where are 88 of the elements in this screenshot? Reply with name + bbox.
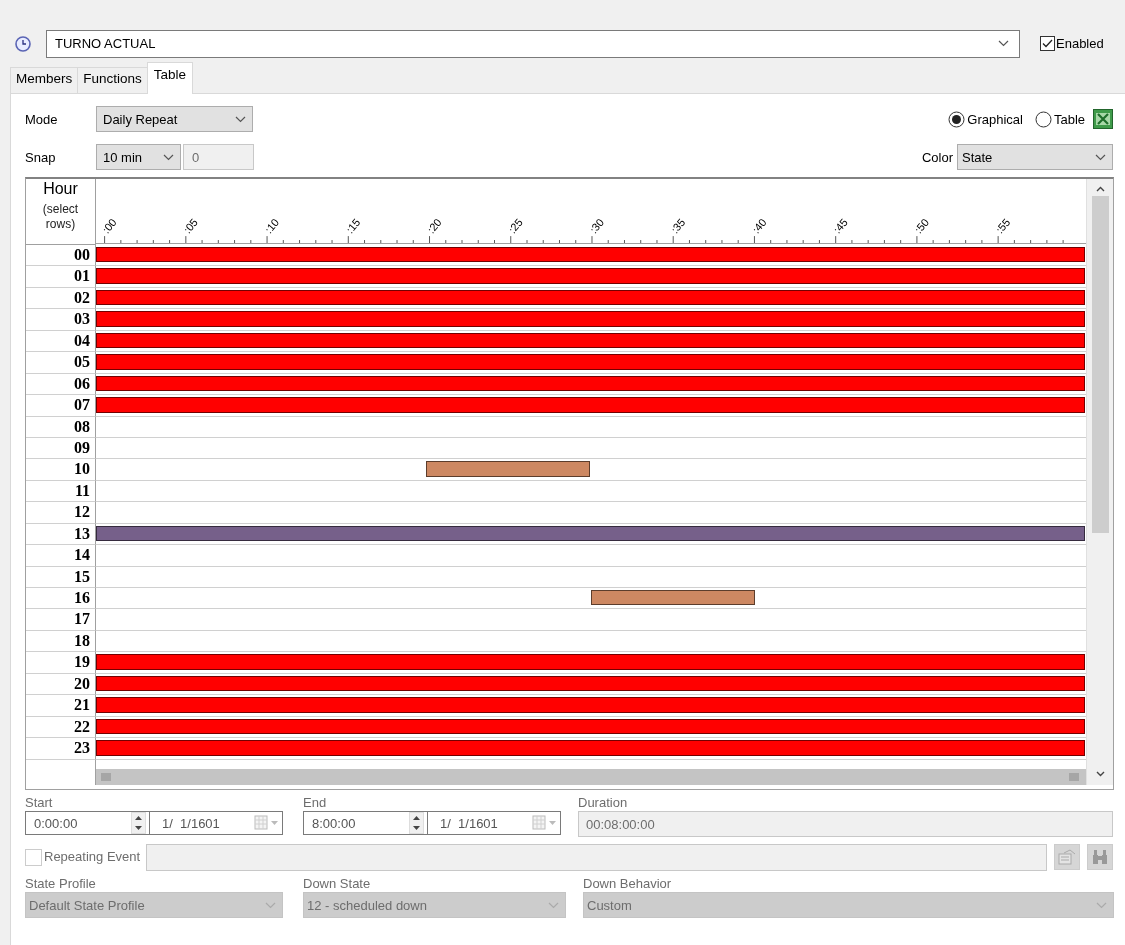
chevron-down-icon [1096,901,1107,909]
chevron-down-icon [235,115,246,123]
schedule-bar[interactable] [921,332,1085,349]
minute-tick-label: :10 [262,216,282,236]
chevron-down-icon [163,153,174,161]
hour-label[interactable]: 10 [26,459,96,481]
minute-tick-label: :30 [587,216,607,236]
minute-tick-label: :25 [506,216,525,236]
start-time-field[interactable]: 0:00:00 [25,811,150,835]
start-date-field[interactable]: 1/ 1/1601 [150,811,283,835]
chevron-down-icon [265,901,276,909]
spinner-arrows-icon[interactable] [131,812,146,834]
down-state-label: Down State [303,876,372,892]
schedule-bar[interactable] [921,718,1085,735]
state-profile-label: State Profile [25,876,97,892]
horizontal-scrollbar[interactable] [96,768,1086,785]
schedule-bar[interactable] [921,675,1085,692]
snap-value-field[interactable]: 0 [183,144,254,170]
hour-label[interactable]: 11 [26,480,96,503]
hour-header: Hour [43,180,78,198]
color-label: Color [921,149,953,165]
grip-icon [100,772,112,781]
minute-tick-label: :55 [993,216,1013,236]
grip-icon [1068,772,1080,781]
mode-dropdown[interactable]: Daily Repeat [96,106,253,132]
radio-button[interactable] [948,110,966,128]
snap-label: Snap [25,149,57,165]
enabled-label: Enabled [1056,36,1104,51]
clock-icon [15,35,31,52]
schedule-bar[interactable] [96,675,261,692]
schedule-bar[interactable] [921,375,1085,392]
minute-tick-label: :20 [424,216,444,236]
vertical-scrollbar[interactable] [1086,179,1113,785]
chevron-down-icon [1095,153,1106,161]
scroll-up-icon[interactable] [1095,186,1105,192]
minute-tick-label: :50 [912,216,932,236]
down-behavior-label: Down Behavior [583,876,673,892]
repeating-event-checkbox[interactable] [25,848,42,866]
snap-dropdown[interactable]: 10 min [96,144,181,170]
end-label: End [303,795,328,811]
repeating-event-label: Repeating Event [44,849,141,865]
radio-label: Table [1053,111,1085,127]
schedule-bar[interactable] [96,718,261,735]
minute-tick-label: :35 [668,216,688,236]
chevron-down-icon [998,40,1009,47]
minute-tick-label: :45 [830,216,850,236]
spreadsheet-icon[interactable] [1093,109,1113,129]
schedule-bar[interactable] [591,590,755,606]
chevron-down-icon [548,901,559,909]
hour-label[interactable]: 08 [26,416,96,438]
enabled-checkbox[interactable] [1040,36,1055,51]
schedule-dropdown[interactable]: TURNO ACTUAL [46,29,1020,58]
minute-tick-label: :15 [343,216,363,236]
start-label: Start [25,795,54,811]
hour-label[interactable]: 16 [26,588,96,610]
color-dropdown[interactable]: State [957,144,1113,170]
schedule-bar[interactable] [921,289,1085,306]
spinner-arrows-icon[interactable] [409,812,424,834]
repeating-event-field[interactable] [146,843,1047,871]
tab[interactable]: Table [146,62,194,94]
schedule-bar[interactable] [921,247,1085,263]
end-date-field[interactable]: 1/ 1/1601 [428,811,561,835]
radio-label: Graphical [967,111,1023,127]
radio-button[interactable] [1034,110,1052,128]
hour-label[interactable]: 14 [26,545,96,567]
schedule-bar[interactable] [96,525,261,542]
schedule-bar[interactable] [921,525,1085,542]
schedule-bar[interactable] [96,375,261,392]
tab[interactable]: Members [10,67,79,93]
form-icon [1058,849,1076,865]
hour-header-hint: (select rows) [41,202,80,232]
end-time-field[interactable]: 8:00:00 [303,811,428,835]
scroll-down-icon[interactable] [1095,770,1105,777]
duration-field[interactable]: 00:08:00:00 [578,811,1113,837]
schedule-bar[interactable] [96,289,261,306]
hour-label[interactable]: 12 [26,502,96,524]
schedule-bar[interactable] [96,332,261,349]
schedule-bar[interactable] [96,247,261,263]
minute-tick-label: :40 [749,216,769,236]
binoculars-icon [1091,849,1109,865]
mode-label: Mode [25,111,59,127]
hour-label[interactable]: 18 [26,630,96,653]
minute-tick-label: :05 [181,216,200,236]
duration-label: Duration [578,795,629,811]
hour-label[interactable]: 17 [26,609,96,631]
minute-tick-label: :00 [99,216,119,236]
hour-label[interactable]: 15 [26,566,96,588]
hour-label[interactable]: 09 [26,437,96,460]
